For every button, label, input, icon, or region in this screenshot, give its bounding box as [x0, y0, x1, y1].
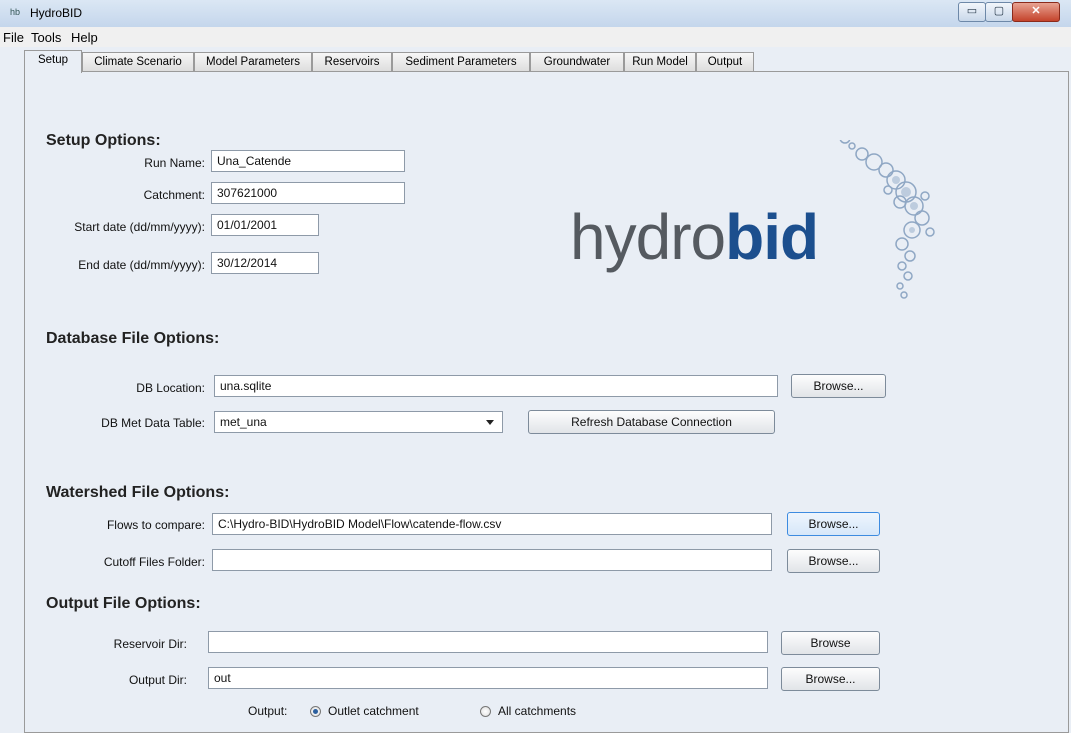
- title-bar: hb HydroBID ▭ ▢ ✕: [0, 0, 1071, 28]
- db-table-label: DB Met Data Table:: [101, 416, 205, 430]
- logo-hydro: hydro: [570, 201, 726, 273]
- tab-reservoirs[interactable]: Reservoirs: [312, 52, 392, 72]
- flows-label: Flows to compare:: [106, 518, 205, 532]
- cutoff-input[interactable]: [212, 549, 772, 571]
- menu-help[interactable]: Help: [71, 30, 98, 45]
- minimize-icon: ▭: [966, 5, 978, 17]
- tab-bar: Setup Climate Scenario Model Parameters …: [24, 50, 1064, 73]
- output-mode-label: Output:: [248, 704, 288, 718]
- output-options-heading: Output File Options:: [46, 595, 201, 612]
- start-date-label: Start date (dd/mm/yyyy):: [74, 220, 205, 234]
- tab-climate-scenario[interactable]: Climate Scenario: [82, 52, 194, 72]
- tab-output[interactable]: Output: [696, 52, 754, 72]
- window-title: HydroBID: [30, 6, 83, 20]
- catchment-label: Catchment:: [143, 188, 205, 202]
- tab-groundwater[interactable]: Groundwater: [530, 52, 624, 72]
- logo-bid: bid: [725, 201, 819, 273]
- app-window: hb HydroBID ▭ ▢ ✕ File Tools Help Setup …: [0, 0, 1071, 733]
- flows-browse-button[interactable]: Browse...: [787, 512, 880, 536]
- tab-setup[interactable]: Setup: [24, 50, 82, 73]
- run-name-label: Run Name:: [144, 156, 205, 170]
- setup-options-heading: Setup Options:: [46, 132, 161, 149]
- all-catchments-label[interactable]: All catchments: [498, 704, 576, 718]
- chevron-down-icon: [486, 420, 494, 425]
- outlet-catchment-label[interactable]: Outlet catchment: [328, 704, 419, 718]
- minimize-button[interactable]: ▭: [958, 2, 986, 22]
- menu-bar: File Tools Help: [0, 27, 1071, 47]
- close-button[interactable]: ✕: [1012, 2, 1060, 22]
- radio-all-catchments[interactable]: [480, 706, 491, 717]
- tab-model-parameters[interactable]: Model Parameters: [194, 52, 312, 72]
- refresh-db-button[interactable]: Refresh Database Connection: [528, 410, 775, 434]
- watershed-options-heading: Watershed File Options:: [46, 484, 230, 501]
- cutoff-label: Cutoff Files Folder:: [103, 555, 205, 569]
- db-table-value: met_una: [220, 415, 267, 429]
- catchment-input[interactable]: 307621000: [211, 182, 405, 204]
- run-name-input[interactable]: Una_Catende: [211, 150, 405, 172]
- maximize-button[interactable]: ▢: [985, 2, 1013, 22]
- tab-sediment-parameters[interactable]: Sediment Parameters: [392, 52, 530, 72]
- start-date-input[interactable]: 01/01/2001: [211, 214, 319, 236]
- maximize-icon: ▢: [993, 5, 1005, 17]
- reservoir-browse-button[interactable]: Browse: [781, 631, 880, 655]
- hydrobid-logo-text: hydrobid: [570, 205, 819, 269]
- db-table-select[interactable]: met_una: [214, 411, 503, 433]
- flows-input[interactable]: C:\Hydro-BID\HydroBID Model\Flow\catende…: [212, 513, 772, 535]
- latin-america-bubbles-icon: [839, 140, 935, 299]
- cutoff-browse-button[interactable]: Browse...: [787, 549, 880, 573]
- close-icon: ✕: [1031, 5, 1041, 17]
- end-date-input[interactable]: 30/12/2014: [211, 252, 319, 274]
- database-options-heading: Database File Options:: [46, 330, 220, 347]
- db-location-input[interactable]: una.sqlite: [214, 375, 778, 397]
- tab-run-model[interactable]: Run Model: [624, 52, 696, 72]
- end-date-label: End date (dd/mm/yyyy):: [78, 258, 205, 272]
- menu-tools[interactable]: Tools: [31, 30, 61, 45]
- output-dir-label: Output Dir:: [128, 673, 187, 687]
- reservoir-dir-input[interactable]: [208, 631, 768, 653]
- output-dir-input[interactable]: out: [208, 667, 768, 689]
- db-location-label: DB Location:: [136, 381, 205, 395]
- reservoir-dir-label: Reservoir Dir:: [113, 637, 187, 651]
- radio-outlet-catchment[interactable]: [310, 706, 321, 717]
- db-browse-button[interactable]: Browse...: [791, 374, 886, 398]
- menu-file[interactable]: File: [3, 30, 24, 45]
- output-browse-button[interactable]: Browse...: [781, 667, 880, 691]
- app-icon: hb: [10, 7, 21, 17]
